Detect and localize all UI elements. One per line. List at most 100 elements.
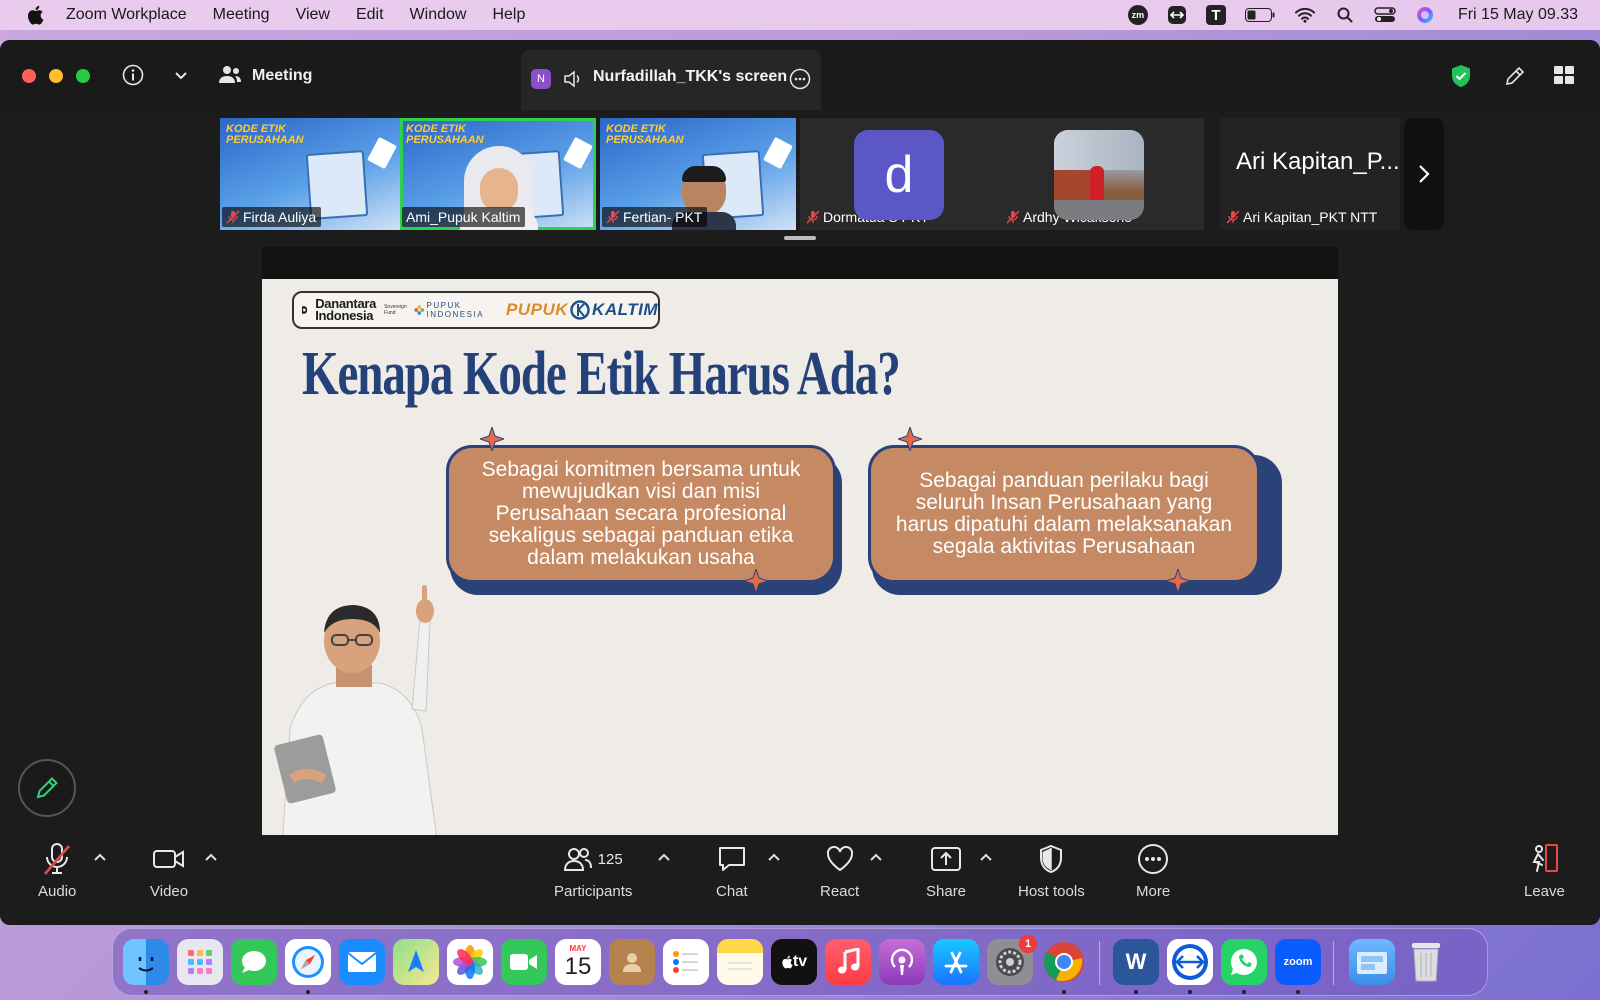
word-label: W [1125,949,1147,974]
view-grid-icon[interactable] [1554,66,1574,89]
messages-icon[interactable] [231,939,277,985]
video-options-caret-icon[interactable] [205,849,217,864]
trash-icon[interactable] [1403,939,1449,985]
apple-tv-icon[interactable]: tv [771,939,817,985]
macos-dock: MAY 15 tv 1 W zoom [112,928,1488,996]
microsoft-word-icon[interactable]: W [1113,939,1159,985]
mic-muted-icon [44,843,71,875]
react-options-caret-icon[interactable] [870,849,882,864]
mic-muted-icon [806,210,820,224]
whatsapp-icon[interactable] [1221,939,1267,985]
video-label: Video [150,883,189,900]
menu-meeting[interactable]: Meeting [213,6,270,24]
participant-tile[interactable]: KODE ETIK PERUSAHAAN Firda Auliya [220,118,400,230]
minimize-window-button[interactable] [49,69,63,83]
teamviewer-icon[interactable] [1166,6,1188,24]
text-t-icon[interactable]: T [1205,5,1226,25]
host-tools-button[interactable]: Host tools [1018,839,1085,900]
audio-options-caret-icon[interactable] [94,849,106,864]
shield-icon [1040,844,1063,874]
maps-icon[interactable] [393,939,439,985]
mic-muted-icon [1006,210,1020,224]
avatar: d [854,130,944,220]
video-button[interactable]: Video [150,839,188,900]
music-icon[interactable] [825,939,871,985]
zoom-app-icon[interactable]: zoom [1275,939,1321,985]
wifi-icon[interactable] [1294,6,1316,24]
launchpad-icon[interactable] [177,939,223,985]
menu-edit[interactable]: Edit [356,6,384,24]
security-shield-icon[interactable] [1450,64,1472,93]
next-page-button[interactable] [1404,118,1444,230]
annotate-pencil-icon[interactable] [1504,65,1526,92]
siri-icon[interactable] [1414,6,1436,24]
menu-app-name[interactable]: Zoom Workplace [66,6,187,24]
meeting-toolbar: Audio Video 125 Participants Chat React … [0,835,1600,925]
share-button[interactable]: Share [926,839,966,900]
chevron-right-icon [1419,165,1430,183]
leave-door-icon [1532,844,1559,872]
leave-button[interactable]: Leave [1524,839,1565,900]
tile-slide-caption: KODE ETIK PERUSAHAAN [606,123,684,146]
strip-resize-handle[interactable] [784,236,816,240]
chevron-down-icon[interactable] [174,68,188,86]
close-window-button[interactable] [22,69,36,83]
screen-share-tab[interactable]: N Nurfadillah_TKK's screen [521,50,821,110]
participants-label: Participants [554,883,633,900]
downloads-folder-icon[interactable] [1349,939,1395,985]
reminders-icon[interactable] [663,939,709,985]
share-top-bar [262,247,1338,279]
speaker-icon[interactable] [563,69,583,94]
annotate-floating-button[interactable] [18,759,76,817]
participant-name: Fertian- PKT [623,209,703,225]
finder-icon[interactable] [123,939,169,985]
app-store-icon[interactable] [933,939,979,985]
calendar-icon[interactable]: MAY 15 [555,939,601,985]
react-button[interactable]: React [820,839,859,900]
participants-count: 125 [597,850,623,868]
more-options-icon[interactable] [789,68,811,95]
clock-datetime[interactable]: Fri 15 May 09.33 [1458,6,1578,24]
pupuk-indonesia-logo: PUPUK INDONESIA [427,301,485,319]
notes-icon[interactable] [717,939,763,985]
participants-options-caret-icon[interactable] [658,849,670,864]
meeting-info-icon[interactable] [122,64,144,91]
zoom-mark-icon[interactable]: zm [1127,5,1148,25]
pupuk-kaltim-logo-icon [570,300,590,320]
system-settings-icon[interactable]: 1 [987,935,1037,985]
spotlight-search-icon[interactable] [1334,6,1356,24]
more-dots-icon [1138,844,1169,874]
logo-text: INDONESIA [426,310,485,319]
apple-logo-icon[interactable] [26,5,44,25]
control-center-icon[interactable] [1374,6,1396,24]
slide-title: Kenapa Kode Etik Harus Ada? [302,340,901,408]
leave-label: Leave [1524,883,1565,900]
meeting-label[interactable]: Meeting [252,67,312,85]
participant-tile[interactable]: KODE ETIK PERUSAHAAN Fertian- PKT [600,118,796,230]
share-options-caret-icon[interactable] [980,849,992,864]
audio-button[interactable]: Audio [38,839,76,900]
photos-icon[interactable] [447,939,493,985]
podcasts-icon[interactable] [879,939,925,985]
facetime-icon[interactable] [501,939,547,985]
logo-text: Indonesia [315,308,374,323]
participants-button[interactable]: 125 Participants [554,839,632,900]
fullscreen-window-button[interactable] [76,69,90,83]
safari-icon[interactable] [285,939,331,985]
google-chrome-icon[interactable] [1041,939,1087,985]
menu-help[interactable]: Help [492,6,525,24]
logo-subtext: Sovereign Fund [384,304,407,316]
menu-window[interactable]: Window [410,6,467,24]
battery-icon[interactable] [1244,6,1276,24]
logo-text: PUPUK [426,301,462,310]
chat-button[interactable]: Chat [716,839,748,900]
chat-options-caret-icon[interactable] [768,849,780,864]
more-button[interactable]: More [1136,839,1170,900]
people-icon[interactable] [218,65,242,90]
menu-view[interactable]: View [296,6,330,24]
mail-icon[interactable] [339,939,385,985]
contacts-icon[interactable] [609,939,655,985]
teamviewer-icon[interactable] [1167,939,1213,985]
profile-photo [1054,130,1144,220]
participant-tile-active-speaker[interactable]: KODE ETIK PERUSAHAAN Ami_Pupuk Kaltim [400,118,596,230]
